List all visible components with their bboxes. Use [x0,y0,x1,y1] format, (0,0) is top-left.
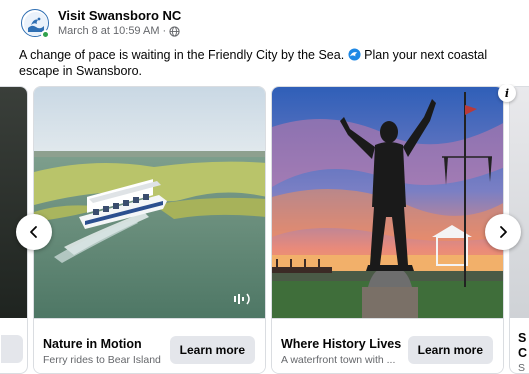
carousel-next-button[interactable] [485,214,521,250]
card-2-footer: Where History Lives A waterfront town wi… [272,318,503,373]
wave-emoji-icon [348,48,361,61]
card-2-learn-more-button[interactable]: Learn more [407,336,493,364]
globe-icon[interactable] [169,25,180,37]
page-name-link[interactable]: Visit Swansboro NC [58,8,181,23]
ad-info-icon[interactable]: i [498,84,516,102]
card-1-learn-more-button[interactable]: Learn more [169,336,255,364]
previous-card-image [0,87,27,318]
card-2-subtitle: A waterfront town with ... [281,354,396,366]
card-2-title[interactable]: Where History Lives [281,337,401,351]
post-message: A change of pace is waiting in the Frien… [19,47,521,79]
carousel: Nature in Motion Ferry rides to Bear Isl… [0,84,529,374]
next-card-title-fragment: S [518,331,527,345]
card-1-video[interactable] [34,87,265,318]
post-text-part-1: A change of pace is waiting in the Frien… [19,48,348,62]
carousel-card-1[interactable]: Nature in Motion Ferry rides to Bear Isl… [33,86,266,374]
card-1-subtitle: Ferry rides to Bear Island [43,354,161,366]
carousel-card-2[interactable]: Where History Lives A waterfront town wi… [271,86,504,374]
card-1-footer: Nature in Motion Ferry rides to Bear Isl… [34,318,265,373]
post-meta: March 8 at 10:59 AM · [58,25,180,37]
previous-card-button-fragment[interactable] [1,335,23,363]
card-2-image[interactable] [272,87,503,318]
post-timestamp[interactable]: March 8 at 10:59 AM [58,25,160,37]
chevron-left-icon [30,226,37,238]
next-card-subtitle-fragment: S [518,362,526,374]
next-card-image [510,87,529,318]
online-status-dot [41,30,50,39]
card-1-title[interactable]: Nature in Motion [43,337,142,351]
carousel-prev-button[interactable] [16,214,52,250]
meta-separator: · [162,25,167,37]
sound-icon[interactable] [233,291,253,307]
next-card-title-fragment-2: C [518,346,528,360]
chevron-right-icon [500,226,507,238]
post-header: Visit Swansboro NC March 8 at 10:59 AM · [16,6,516,46]
